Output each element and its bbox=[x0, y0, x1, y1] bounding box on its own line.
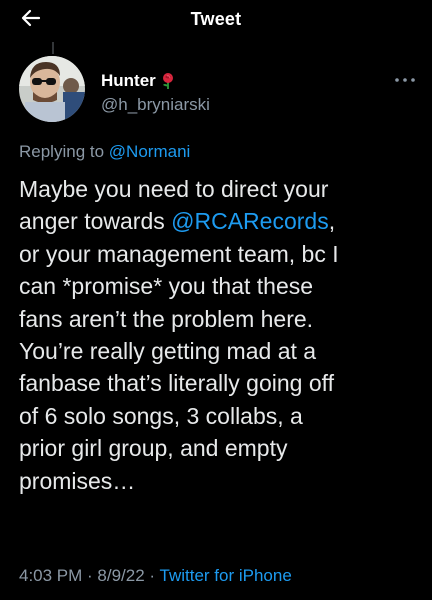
tweet-text-segment: anger towards bbox=[19, 208, 172, 235]
tweet-line: fanbase that’s literally going off bbox=[19, 370, 334, 397]
page-title: Tweet bbox=[190, 9, 242, 29]
tweet-line: You’re really getting mad at a bbox=[19, 338, 317, 365]
user-handle[interactable]: @h_bryniarski bbox=[101, 95, 210, 115]
tweet-date: 8/9/22 bbox=[97, 566, 145, 585]
tweet-time: 4:03 PM bbox=[19, 566, 83, 585]
author-info: Hunter @h_bryniarski bbox=[101, 70, 210, 115]
tweet-line: Maybe you need to direct your bbox=[19, 176, 329, 202]
tweet-line: prior girl group, and empty bbox=[19, 435, 288, 462]
tweet-line: or your management team, bc I bbox=[19, 240, 339, 267]
tweet-line: fans aren’t the problem here. bbox=[19, 305, 314, 332]
tweet-meta: 4:03 PM · 8/9/22 · Twitter for iPhone bbox=[19, 566, 292, 586]
tweet-text-segment: , bbox=[328, 208, 336, 235]
tweet-source-link[interactable]: Twitter for iPhone bbox=[160, 566, 292, 585]
meta-separator: · bbox=[144, 566, 160, 585]
display-name[interactable]: Hunter bbox=[101, 71, 156, 91]
tweet-line: can *promise* you that these bbox=[19, 273, 314, 300]
meta-separator: · bbox=[82, 566, 98, 585]
display-name-row: Hunter bbox=[101, 70, 210, 92]
replying-to: Replying to @Normani bbox=[19, 142, 190, 162]
tweet-line: of 6 solo songs, 3 collabs, a bbox=[19, 402, 303, 429]
top-bar: Tweet bbox=[0, 0, 432, 40]
replying-to-mention[interactable]: @Normani bbox=[109, 142, 191, 161]
tweet-line: promises… bbox=[19, 467, 136, 494]
rose-icon bbox=[162, 73, 173, 89]
mention-link[interactable]: @RCARecords bbox=[171, 208, 329, 234]
more-options-button[interactable] bbox=[393, 72, 417, 88]
more-horizontal-icon bbox=[395, 78, 415, 82]
replying-to-label: Replying to bbox=[19, 142, 105, 161]
thread-connector bbox=[52, 42, 54, 54]
tweet-line: anger towards @RCARecords, bbox=[19, 205, 424, 237]
avatar-photo bbox=[19, 56, 85, 122]
tweet-text: Maybe you need to direct your anger towa… bbox=[19, 173, 424, 497]
avatar[interactable] bbox=[19, 56, 85, 122]
